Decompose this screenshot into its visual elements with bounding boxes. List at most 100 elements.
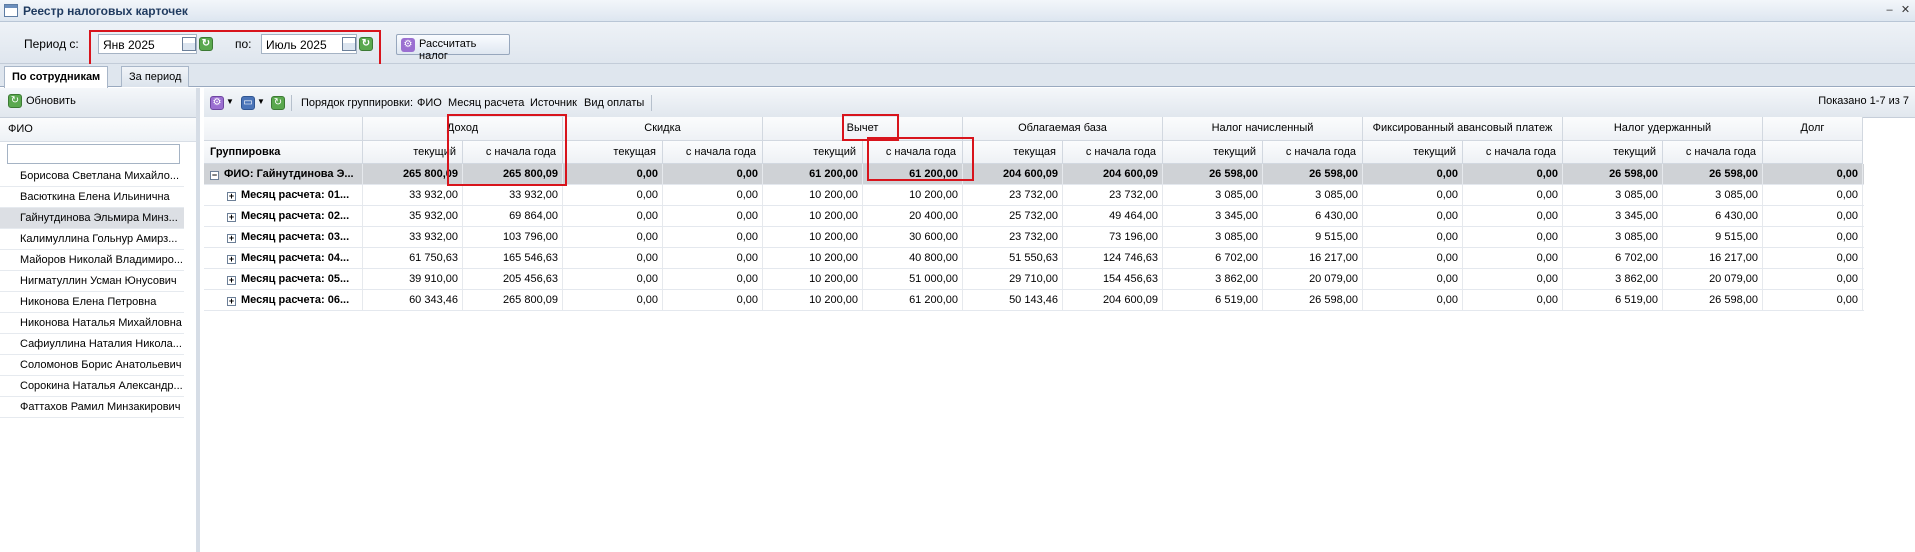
employee-list-item[interactable]: Сорокина Наталья Александр... [0,376,184,397]
column-subheader[interactable]: с начала года [663,141,763,164]
window-title: Реестр налоговых карточек [23,4,188,18]
group-field-fio[interactable]: ФИО [417,97,442,109]
refresh-button[interactable]: ↻ Обновить [8,94,76,108]
close-button[interactable]: ✕ [1899,4,1912,17]
employee-list-item[interactable]: Никонова Наталья Михайловна [0,313,184,334]
expand-icon[interactable]: + [227,297,236,306]
column-subheader[interactable]: текущий [363,141,463,164]
table-row[interactable]: + Месяц расчета: 06... 60 343,46 265 800,09… [204,290,1864,311]
table-cell: 60 343,46 [363,290,463,310]
period-from-label: Период с: [24,37,79,51]
table-cell: 3 862,00 [1163,269,1263,289]
chevron-down-icon[interactable]: ▼ [257,97,265,106]
table-row[interactable]: + Месяц расчета: 05... 39 910,00 205 456,63… [204,269,1864,290]
table-row[interactable]: + Месяц расчета: 04... 61 750,63 165 546,63… [204,248,1864,269]
fio-filter-input[interactable] [7,144,180,164]
print-icon[interactable]: ▭ [241,96,255,110]
fio-column-header[interactable]: ФИО [0,118,196,142]
group-field-source[interactable]: Источник [530,97,577,109]
row-label-cell[interactable]: + Месяц расчета: 01... [204,185,363,205]
calculate-tax-button[interactable]: ⚙ Рассчитать налог [396,34,510,62]
table-cell: 0,00 [1763,227,1863,247]
employee-list-item[interactable]: Соломонов Борис Анатольевич [0,355,184,376]
column-subheader[interactable]: с начала года [863,141,963,164]
apply-arrow-icon[interactable]: ↻ [359,37,373,51]
column-subheader[interactable]: с начала года [1263,141,1363,164]
column-group-header[interactable]: Налог начисленный [1163,117,1363,141]
calendar-icon[interactable] [182,37,196,51]
table-cell: 6 702,00 [1563,248,1663,268]
table-cell: 39 910,00 [363,269,463,289]
column-subheader[interactable]: с начала года [1063,141,1163,164]
row-label-cell[interactable]: + Месяц расчета: 03... [204,227,363,247]
employee-list-item[interactable]: Калимуллина Гольнур Амирз... [0,229,184,250]
settings-icon[interactable]: ⚙ [210,96,224,110]
group-field-month[interactable]: Месяц расчета [448,97,524,109]
column-subheader[interactable]: текущий [1363,141,1463,164]
column-subheader[interactable]: с начала года [1663,141,1763,164]
column-subheader[interactable]: с начала года [463,141,563,164]
grouping-header-blank [204,117,363,141]
row-label-cell[interactable]: + Месяц расчета: 04... [204,248,363,268]
group-field-payment-type[interactable]: Вид оплаты [584,97,644,109]
table-cell: 0,00 [563,290,663,310]
group-order-label: Порядок группировки: [301,97,414,109]
table-row[interactable]: + Месяц расчета: 01... 33 932,00 33 932,00 0… [204,185,1864,206]
column-group-header[interactable]: Доход [363,117,563,141]
column-subheader[interactable]: текущий [1163,141,1263,164]
column-subheader[interactable]: текущая [963,141,1063,164]
refresh-icon[interactable]: ↻ [271,96,285,110]
table-cell: 50 143,46 [963,290,1063,310]
expand-icon[interactable]: + [227,213,236,222]
group-row[interactable]: − ФИО: Гайнутдинова Э... 265 800,09 265 800… [204,164,1864,185]
expand-icon[interactable]: + [227,192,236,201]
employee-list-item[interactable]: Майоров Николай Владимиро... [0,250,184,271]
minimize-button[interactable]: ‒ [1883,4,1896,17]
collapse-icon[interactable]: − [210,171,219,180]
expand-icon[interactable]: + [227,276,236,285]
column-group-header[interactable]: Налог удержанный [1563,117,1763,141]
table-cell: 0,00 [1363,164,1463,184]
table-cell: 61 200,00 [863,164,963,184]
table-cell: 204 600,09 [1063,290,1163,310]
column-group-header[interactable]: Вычет [763,117,963,141]
row-label-cell[interactable]: + Месяц расчета: 02... [204,206,363,226]
employee-list: Борисова Светлана Михайло... Васюткина Ел… [0,166,184,418]
table-row[interactable]: + Месяц расчета: 03... 33 932,00 103 796,00… [204,227,1864,248]
records-shown-label: Показано 1-7 из 7 [1818,95,1909,107]
apply-arrow-icon[interactable]: ↻ [199,37,213,51]
employee-list-item[interactable]: Сафиуллина Наталия Никола... [0,334,184,355]
column-header-debt[interactable]: Долг [1763,117,1863,141]
employee-list-item[interactable]: Гайнутдинова Эльмира Минз... [0,208,184,229]
table-cell: 3 085,00 [1563,185,1663,205]
row-label-cell[interactable]: − ФИО: Гайнутдинова Э... [204,164,363,184]
column-subheader[interactable]: с начала года [1463,141,1563,164]
column-subheader[interactable]: текущая [563,141,663,164]
table-cell: 6 702,00 [1163,248,1263,268]
column-group-header[interactable]: Облагаемая база [963,117,1163,141]
tab-for-period[interactable]: За период [121,66,190,87]
column-group-header[interactable]: Скидка [563,117,763,141]
employee-toolbar: ↻ Обновить [0,88,196,118]
employee-list-item[interactable]: Васюткина Елена Ильинична [0,187,184,208]
employee-list-item[interactable]: Нигматуллин Усман Юнусович [0,271,184,292]
chevron-down-icon[interactable]: ▼ [226,97,234,106]
employee-list-item[interactable]: Никонова Елена Петровна [0,292,184,313]
column-subheader[interactable]: текущий [1563,141,1663,164]
column-subheader[interactable]: текущий [763,141,863,164]
row-label-cell[interactable]: + Месяц расчета: 05... [204,269,363,289]
column-group-header[interactable]: Фиксированный авансовый платеж [1363,117,1563,141]
tab-by-employees[interactable]: По сотрудникам [4,66,109,88]
expand-icon[interactable]: + [227,234,236,243]
row-label-cell[interactable]: + Месяц расчета: 06... [204,290,363,310]
table-cell: 3 345,00 [1563,206,1663,226]
refresh-icon: ↻ [8,94,22,108]
expand-icon[interactable]: + [227,255,236,264]
calendar-icon[interactable] [342,37,356,51]
table-row[interactable]: + Месяц расчета: 02... 35 932,00 69 864,00 0… [204,206,1864,227]
table-cell: 3 085,00 [1663,185,1763,205]
employee-list-item[interactable]: Борисова Светлана Михайло... [0,166,184,187]
column-header-grouping[interactable]: Группировка [204,141,363,164]
employee-list-item[interactable]: Фаттахов Рамил Минзакирович [0,397,184,418]
tab-bar: По сотрудникам За период [0,64,1915,88]
